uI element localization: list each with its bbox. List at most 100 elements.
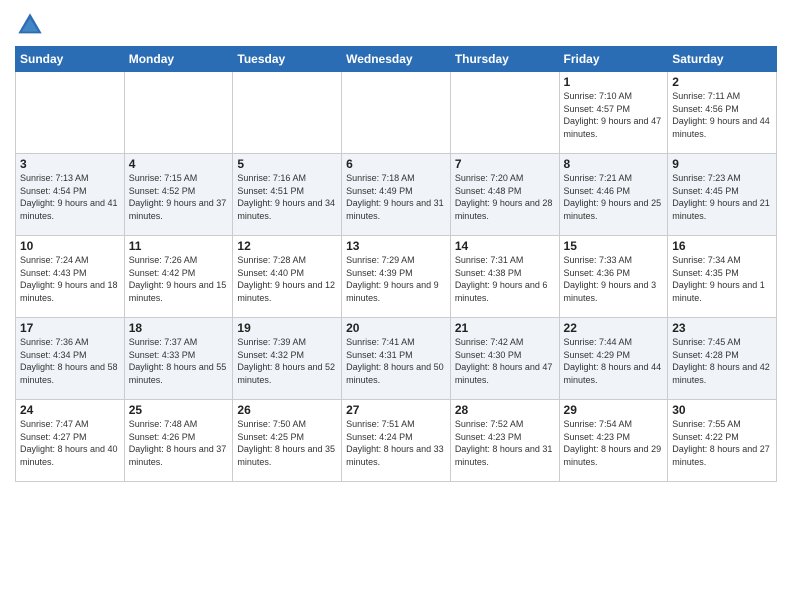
day-info: Sunrise: 7:31 AMSunset: 4:38 PMDaylight:… <box>455 254 555 304</box>
day-info: Sunrise: 7:18 AMSunset: 4:49 PMDaylight:… <box>346 172 446 222</box>
day-number: 10 <box>20 239 120 253</box>
day-number: 1 <box>564 75 664 89</box>
day-number: 26 <box>237 403 337 417</box>
day-number: 15 <box>564 239 664 253</box>
calendar-cell: 4Sunrise: 7:15 AMSunset: 4:52 PMDaylight… <box>124 154 233 236</box>
calendar-cell <box>342 72 451 154</box>
calendar-cell: 3Sunrise: 7:13 AMSunset: 4:54 PMDaylight… <box>16 154 125 236</box>
calendar-cell: 19Sunrise: 7:39 AMSunset: 4:32 PMDayligh… <box>233 318 342 400</box>
calendar-cell: 1Sunrise: 7:10 AMSunset: 4:57 PMDaylight… <box>559 72 668 154</box>
day-number: 12 <box>237 239 337 253</box>
day-info: Sunrise: 7:54 AMSunset: 4:23 PMDaylight:… <box>564 418 664 468</box>
calendar-cell: 17Sunrise: 7:36 AMSunset: 4:34 PMDayligh… <box>16 318 125 400</box>
calendar-cell: 15Sunrise: 7:33 AMSunset: 4:36 PMDayligh… <box>559 236 668 318</box>
day-info: Sunrise: 7:29 AMSunset: 4:39 PMDaylight:… <box>346 254 446 304</box>
day-info: Sunrise: 7:10 AMSunset: 4:57 PMDaylight:… <box>564 90 664 140</box>
day-info: Sunrise: 7:13 AMSunset: 4:54 PMDaylight:… <box>20 172 120 222</box>
day-number: 2 <box>672 75 772 89</box>
calendar-cell: 13Sunrise: 7:29 AMSunset: 4:39 PMDayligh… <box>342 236 451 318</box>
day-number: 28 <box>455 403 555 417</box>
day-info: Sunrise: 7:15 AMSunset: 4:52 PMDaylight:… <box>129 172 229 222</box>
day-number: 27 <box>346 403 446 417</box>
col-saturday: Saturday <box>668 47 777 72</box>
logo-icon <box>15 10 45 40</box>
day-number: 4 <box>129 157 229 171</box>
calendar-cell <box>124 72 233 154</box>
day-number: 23 <box>672 321 772 335</box>
calendar-cell: 12Sunrise: 7:28 AMSunset: 4:40 PMDayligh… <box>233 236 342 318</box>
day-number: 9 <box>672 157 772 171</box>
col-thursday: Thursday <box>450 47 559 72</box>
day-number: 16 <box>672 239 772 253</box>
day-info: Sunrise: 7:28 AMSunset: 4:40 PMDaylight:… <box>237 254 337 304</box>
day-info: Sunrise: 7:41 AMSunset: 4:31 PMDaylight:… <box>346 336 446 386</box>
day-number: 5 <box>237 157 337 171</box>
day-number: 30 <box>672 403 772 417</box>
calendar-cell: 9Sunrise: 7:23 AMSunset: 4:45 PMDaylight… <box>668 154 777 236</box>
calendar-week-2: 3Sunrise: 7:13 AMSunset: 4:54 PMDaylight… <box>16 154 777 236</box>
calendar-cell <box>450 72 559 154</box>
calendar-cell: 18Sunrise: 7:37 AMSunset: 4:33 PMDayligh… <box>124 318 233 400</box>
day-info: Sunrise: 7:45 AMSunset: 4:28 PMDaylight:… <box>672 336 772 386</box>
day-info: Sunrise: 7:50 AMSunset: 4:25 PMDaylight:… <box>237 418 337 468</box>
day-number: 11 <box>129 239 229 253</box>
calendar-cell: 10Sunrise: 7:24 AMSunset: 4:43 PMDayligh… <box>16 236 125 318</box>
calendar-cell: 6Sunrise: 7:18 AMSunset: 4:49 PMDaylight… <box>342 154 451 236</box>
calendar-cell: 30Sunrise: 7:55 AMSunset: 4:22 PMDayligh… <box>668 400 777 482</box>
day-info: Sunrise: 7:44 AMSunset: 4:29 PMDaylight:… <box>564 336 664 386</box>
day-info: Sunrise: 7:33 AMSunset: 4:36 PMDaylight:… <box>564 254 664 304</box>
day-number: 20 <box>346 321 446 335</box>
day-number: 13 <box>346 239 446 253</box>
calendar-week-5: 24Sunrise: 7:47 AMSunset: 4:27 PMDayligh… <box>16 400 777 482</box>
calendar-cell: 27Sunrise: 7:51 AMSunset: 4:24 PMDayligh… <box>342 400 451 482</box>
col-friday: Friday <box>559 47 668 72</box>
calendar-cell: 26Sunrise: 7:50 AMSunset: 4:25 PMDayligh… <box>233 400 342 482</box>
day-number: 24 <box>20 403 120 417</box>
day-info: Sunrise: 7:16 AMSunset: 4:51 PMDaylight:… <box>237 172 337 222</box>
calendar-cell: 22Sunrise: 7:44 AMSunset: 4:29 PMDayligh… <box>559 318 668 400</box>
day-number: 7 <box>455 157 555 171</box>
calendar: Sunday Monday Tuesday Wednesday Thursday… <box>15 46 777 482</box>
calendar-cell: 16Sunrise: 7:34 AMSunset: 4:35 PMDayligh… <box>668 236 777 318</box>
calendar-cell: 7Sunrise: 7:20 AMSunset: 4:48 PMDaylight… <box>450 154 559 236</box>
calendar-cell: 2Sunrise: 7:11 AMSunset: 4:56 PMDaylight… <box>668 72 777 154</box>
calendar-week-4: 17Sunrise: 7:36 AMSunset: 4:34 PMDayligh… <box>16 318 777 400</box>
calendar-cell: 5Sunrise: 7:16 AMSunset: 4:51 PMDaylight… <box>233 154 342 236</box>
day-info: Sunrise: 7:21 AMSunset: 4:46 PMDaylight:… <box>564 172 664 222</box>
day-info: Sunrise: 7:47 AMSunset: 4:27 PMDaylight:… <box>20 418 120 468</box>
day-info: Sunrise: 7:11 AMSunset: 4:56 PMDaylight:… <box>672 90 772 140</box>
day-info: Sunrise: 7:39 AMSunset: 4:32 PMDaylight:… <box>237 336 337 386</box>
day-number: 22 <box>564 321 664 335</box>
day-info: Sunrise: 7:55 AMSunset: 4:22 PMDaylight:… <box>672 418 772 468</box>
calendar-cell: 24Sunrise: 7:47 AMSunset: 4:27 PMDayligh… <box>16 400 125 482</box>
day-info: Sunrise: 7:51 AMSunset: 4:24 PMDaylight:… <box>346 418 446 468</box>
calendar-cell: 23Sunrise: 7:45 AMSunset: 4:28 PMDayligh… <box>668 318 777 400</box>
day-info: Sunrise: 7:20 AMSunset: 4:48 PMDaylight:… <box>455 172 555 222</box>
day-number: 21 <box>455 321 555 335</box>
header <box>15 10 777 40</box>
page: Sunday Monday Tuesday Wednesday Thursday… <box>0 0 792 612</box>
calendar-cell: 28Sunrise: 7:52 AMSunset: 4:23 PMDayligh… <box>450 400 559 482</box>
day-number: 25 <box>129 403 229 417</box>
day-number: 18 <box>129 321 229 335</box>
day-info: Sunrise: 7:34 AMSunset: 4:35 PMDaylight:… <box>672 254 772 304</box>
day-info: Sunrise: 7:37 AMSunset: 4:33 PMDaylight:… <box>129 336 229 386</box>
day-info: Sunrise: 7:52 AMSunset: 4:23 PMDaylight:… <box>455 418 555 468</box>
calendar-week-3: 10Sunrise: 7:24 AMSunset: 4:43 PMDayligh… <box>16 236 777 318</box>
header-row: Sunday Monday Tuesday Wednesday Thursday… <box>16 47 777 72</box>
calendar-cell: 21Sunrise: 7:42 AMSunset: 4:30 PMDayligh… <box>450 318 559 400</box>
calendar-week-1: 1Sunrise: 7:10 AMSunset: 4:57 PMDaylight… <box>16 72 777 154</box>
day-info: Sunrise: 7:48 AMSunset: 4:26 PMDaylight:… <box>129 418 229 468</box>
calendar-cell: 8Sunrise: 7:21 AMSunset: 4:46 PMDaylight… <box>559 154 668 236</box>
logo <box>15 10 49 40</box>
day-number: 6 <box>346 157 446 171</box>
calendar-cell <box>233 72 342 154</box>
calendar-cell: 29Sunrise: 7:54 AMSunset: 4:23 PMDayligh… <box>559 400 668 482</box>
col-monday: Monday <box>124 47 233 72</box>
day-number: 14 <box>455 239 555 253</box>
calendar-cell: 14Sunrise: 7:31 AMSunset: 4:38 PMDayligh… <box>450 236 559 318</box>
day-info: Sunrise: 7:26 AMSunset: 4:42 PMDaylight:… <box>129 254 229 304</box>
calendar-cell: 20Sunrise: 7:41 AMSunset: 4:31 PMDayligh… <box>342 318 451 400</box>
calendar-cell <box>16 72 125 154</box>
day-info: Sunrise: 7:36 AMSunset: 4:34 PMDaylight:… <box>20 336 120 386</box>
